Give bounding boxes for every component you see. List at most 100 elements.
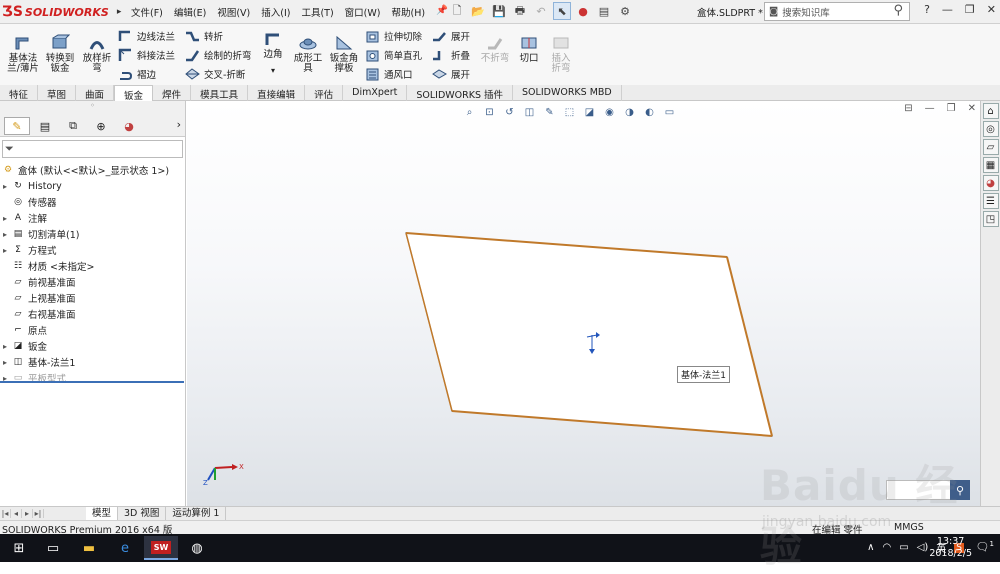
- insert-bends-button[interactable]: 插入折弯: [546, 34, 576, 74]
- panel-scroll-right-icon[interactable]: ›: [177, 118, 181, 131]
- sheet-metal-plate[interactable]: [405, 232, 773, 437]
- hem-button[interactable]: 褶边: [118, 65, 156, 83]
- edge-browser-icon[interactable]: e: [108, 536, 142, 560]
- dimxpert-manager-tab-icon[interactable]: ⊕: [88, 117, 114, 135]
- expand-arrow-icon[interactable]: ▸: [0, 342, 10, 351]
- tree-root-part[interactable]: ⚙ 盒体 (默认<<默认>_显示状态 1>): [0, 162, 185, 178]
- menu-edit[interactable]: 编辑(E): [173, 3, 207, 21]
- first-tab-icon[interactable]: |◂: [0, 509, 11, 518]
- tab-weldments[interactable]: 焊件: [153, 85, 192, 101]
- design-library-icon[interactable]: ◎: [982, 121, 999, 137]
- tab-dimxpert[interactable]: DimXpert: [343, 85, 408, 101]
- tree-item[interactable]: ⌐ 原点: [0, 322, 185, 338]
- search-scope-icon[interactable]: ◙: [769, 6, 778, 17]
- tree-item[interactable]: ▸ A 注解: [0, 210, 185, 226]
- display-manager-tab-icon[interactable]: ◕: [116, 117, 142, 135]
- convert-to-sheet-metal-button[interactable]: 转换到钣金: [44, 34, 76, 74]
- tab-direct-editing[interactable]: 直接编辑: [248, 85, 306, 101]
- tab-evaluate[interactable]: 评估: [305, 85, 344, 101]
- expand-arrow-icon[interactable]: ▸: [0, 358, 10, 367]
- logo-menu-arrow-icon[interactable]: ▸: [117, 7, 122, 17]
- tree-rollback-bar[interactable]: [0, 381, 184, 383]
- prev-tab-icon[interactable]: ◂: [11, 509, 22, 518]
- tab-3d-views[interactable]: 3D 视图: [118, 506, 167, 521]
- task-view-icon[interactable]: ▭: [36, 536, 70, 560]
- save-icon[interactable]: 💾: [490, 2, 508, 20]
- forming-tool-button[interactable]: 成形工具: [290, 34, 326, 74]
- reference-triad-icon[interactable]: X Z: [203, 463, 244, 487]
- menu-file[interactable]: 文件(F): [130, 3, 164, 21]
- restore-icon[interactable]: ❐: [965, 3, 975, 16]
- tree-item[interactable]: ▱ 前视基准面: [0, 274, 185, 290]
- tab-mold-tools[interactable]: 模具工具: [191, 85, 249, 101]
- pin-icon[interactable]: 📌: [435, 3, 449, 21]
- tab-motion-study-1[interactable]: 运动算例 1: [166, 506, 227, 521]
- undo-icon[interactable]: ↶: [532, 2, 550, 20]
- tree-item[interactable]: ▸ ◫ 基体-法兰1: [0, 354, 185, 370]
- fold-button[interactable]: 折叠: [432, 46, 470, 64]
- panel-grip-icon[interactable]: ◦: [0, 101, 185, 115]
- next-tab-icon[interactable]: ▸: [22, 509, 33, 518]
- jog-button[interactable]: 转折: [185, 27, 223, 45]
- sketched-bend-button[interactable]: 绘制的折弯: [185, 46, 252, 64]
- solidworks-resources-icon[interactable]: ⌂: [982, 103, 999, 119]
- rip-cut-button[interactable]: 切口: [516, 34, 542, 64]
- open-folder-icon[interactable]: 📂: [469, 2, 487, 20]
- close-icon[interactable]: ✕: [987, 3, 996, 16]
- solidworks-taskbar-icon[interactable]: SW: [144, 536, 178, 560]
- tab-sketch[interactable]: 草图: [38, 85, 77, 101]
- edge-flange-button[interactable]: 边线法兰: [118, 27, 175, 45]
- unfold-button[interactable]: 展开: [432, 27, 470, 45]
- graphics-viewport[interactable]: ⌕ ⊡ ↺ ◫ ✎ ⬚ ◪ ◉ ◑ ◐ ▭ ⊟ — ❐ ✕ X Z 基体-法兰1…: [187, 101, 980, 506]
- property-manager-tab-icon[interactable]: ▤: [32, 117, 58, 135]
- miter-flange-button[interactable]: 斜接法兰: [118, 46, 175, 64]
- last-tab-icon[interactable]: ▸|: [33, 509, 44, 518]
- corners-button[interactable]: 边角 ▾: [260, 30, 286, 76]
- menu-window[interactable]: 窗口(W): [344, 3, 382, 21]
- tree-filter-input[interactable]: ⏷: [2, 140, 183, 158]
- corners-dropdown-icon[interactable]: ▾: [271, 66, 275, 76]
- menu-help[interactable]: 帮助(H): [390, 3, 426, 21]
- extruded-cut-button[interactable]: 拉伸切除: [365, 27, 422, 45]
- tree-item[interactable]: ▸ ▭ 平板型式: [0, 370, 185, 386]
- tab-solidworks-addins[interactable]: SOLIDWORKS 插件: [407, 85, 514, 101]
- tree-item[interactable]: ☷ 材质 <未指定>: [0, 258, 185, 274]
- tab-sheet-metal[interactable]: 钣金: [114, 85, 154, 102]
- base-flange-button[interactable]: 基体法兰/薄片: [6, 34, 40, 74]
- tree-item[interactable]: ▸ Σ 方程式: [0, 242, 185, 258]
- tree-item[interactable]: ▱ 右视基准面: [0, 306, 185, 322]
- expand-arrow-icon[interactable]: ▸: [0, 230, 10, 239]
- tree-item[interactable]: ◎ 传感器: [0, 194, 185, 210]
- select-pointer-icon[interactable]: ⬉: [553, 2, 571, 20]
- options-gear-icon[interactable]: ⚙: [616, 2, 634, 20]
- tab-features[interactable]: 特征: [0, 85, 39, 101]
- menu-tools[interactable]: 工具(T): [300, 3, 334, 21]
- simple-hole-button[interactable]: 简单直孔: [365, 46, 422, 64]
- minimize-icon[interactable]: —: [942, 3, 953, 16]
- file-properties-icon[interactable]: ▤: [595, 2, 613, 20]
- expand-arrow-icon[interactable]: ▸: [0, 246, 10, 255]
- appearances-icon[interactable]: ◕: [982, 175, 999, 191]
- print-icon[interactable]: 🖶: [511, 2, 529, 20]
- new-document-icon[interactable]: 🗋: [448, 2, 466, 20]
- no-bends-button[interactable]: 不折弯: [480, 34, 510, 64]
- flatten-button[interactable]: 展开: [432, 65, 470, 83]
- expand-arrow-icon[interactable]: ▸: [0, 182, 10, 191]
- menu-insert[interactable]: 插入(I): [260, 3, 291, 21]
- windows-start-icon[interactable]: ⊞: [2, 536, 36, 560]
- view-palette-icon[interactable]: ▦: [982, 157, 999, 173]
- vent-button[interactable]: 通风口: [365, 65, 413, 83]
- knowledge-search-input[interactable]: ◙ 搜索知识库 ⚲: [764, 2, 910, 21]
- tab-surfaces[interactable]: 曲面: [76, 85, 115, 101]
- feature-manager-tab-icon[interactable]: ✎: [4, 117, 30, 135]
- custom-properties-icon[interactable]: ☰: [982, 193, 999, 209]
- cross-break-button[interactable]: 交叉-折断: [185, 65, 245, 83]
- help-button[interactable]: ?: [924, 3, 930, 16]
- expand-arrow-icon[interactable]: ▸: [0, 214, 10, 223]
- configuration-manager-tab-icon[interactable]: ⧉: [60, 117, 86, 135]
- file-explorer-icon[interactable]: ▱: [982, 139, 999, 155]
- tree-item[interactable]: ▸ ↻ History: [0, 178, 185, 194]
- solidworks-forum-icon[interactable]: ◳: [982, 211, 999, 227]
- tree-item[interactable]: ▸ ▤ 切割清单(1): [0, 226, 185, 242]
- file-explorer-taskbar-icon[interactable]: ▬: [72, 536, 106, 560]
